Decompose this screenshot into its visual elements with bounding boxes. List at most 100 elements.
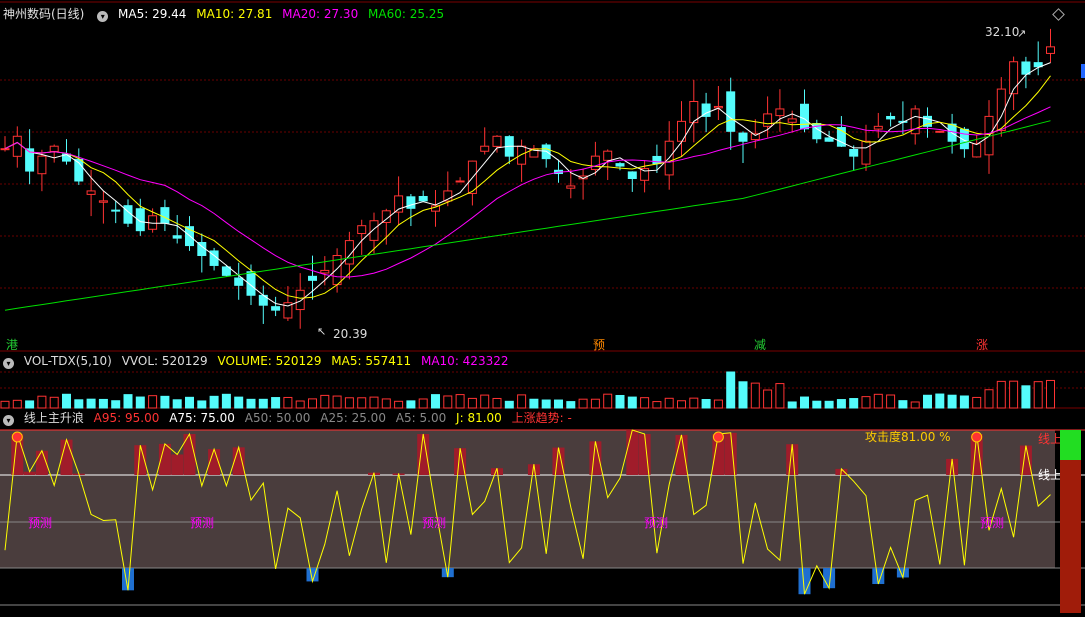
candle-body xyxy=(836,127,846,147)
overbought-fill xyxy=(134,445,147,475)
volume-bar xyxy=(431,394,440,409)
candle-body xyxy=(332,255,342,286)
indicator-title: 线上主升浪 xyxy=(23,411,84,425)
candle-body xyxy=(185,226,194,247)
candle-body xyxy=(455,180,465,183)
oversold-fill xyxy=(823,568,836,589)
overbought-fill xyxy=(552,447,565,475)
candle-body xyxy=(369,220,379,241)
oversold-fill xyxy=(122,568,134,591)
volume-bars xyxy=(0,371,1055,409)
volume-bar xyxy=(258,398,268,409)
candle-body xyxy=(357,225,367,235)
price-low-arrow: ↖ xyxy=(317,325,327,338)
settings-circle-icon[interactable]: ▾ xyxy=(3,415,14,426)
volume-bar xyxy=(480,394,490,409)
overbought-fill xyxy=(970,434,983,475)
candle-body xyxy=(713,105,723,109)
price-low-label: 20.39 xyxy=(333,327,368,341)
trend-value: 上涨趋势: - xyxy=(511,411,572,425)
signal-yu: 预 xyxy=(593,338,606,352)
volume-bar xyxy=(1033,381,1043,409)
volume-bar xyxy=(677,400,686,409)
main-chart-header: 神州数码(日线) ▾ MA5: 29.44 MA10: 27.81 MA20: … xyxy=(0,6,1085,22)
candle-body xyxy=(504,136,514,157)
j-value: J: 81.00 xyxy=(456,411,502,425)
volume-value: VOLUME: 520129 xyxy=(217,354,322,368)
ma20-line xyxy=(4,106,1051,278)
volume-bar xyxy=(357,397,367,409)
a75-value: A75: 75.00 xyxy=(169,411,235,425)
candle-body xyxy=(283,302,293,319)
candle-body xyxy=(74,158,84,182)
indicator-band xyxy=(0,430,1055,568)
volume-bar xyxy=(111,400,121,409)
overbought-fill xyxy=(183,434,196,475)
ma60-line xyxy=(4,120,1051,311)
volume-bar xyxy=(12,399,22,409)
gauge-red xyxy=(1060,460,1081,613)
volume-bar xyxy=(713,399,723,409)
j-line xyxy=(4,429,1051,595)
settings-circle-icon[interactable]: ▾ xyxy=(97,11,109,22)
volume-bar xyxy=(800,396,809,409)
overbought-fill xyxy=(527,464,540,475)
volume-bar xyxy=(984,389,994,409)
volume-bar xyxy=(332,395,342,409)
predict-label-4: 预测 xyxy=(644,516,669,530)
signal-zhang: 涨 xyxy=(976,338,989,352)
candle-body xyxy=(135,208,145,232)
volume-bar xyxy=(972,396,982,409)
volume-bar xyxy=(836,399,846,409)
candle-body xyxy=(984,115,994,156)
volume-bar xyxy=(959,395,969,409)
volume-bar xyxy=(738,381,748,409)
candle-body xyxy=(172,235,182,239)
settings-circle-icon[interactable]: ▾ xyxy=(3,358,14,369)
candle-body xyxy=(480,145,490,152)
volume-bar xyxy=(86,398,96,409)
candle-body xyxy=(234,277,244,286)
signal-jian: 减 xyxy=(754,338,767,352)
volume-bar xyxy=(123,394,133,409)
volume-bar xyxy=(148,395,158,409)
candle-body xyxy=(86,190,96,195)
candle-body xyxy=(775,108,785,117)
volume-bar xyxy=(62,393,71,409)
price-high-arrow: ↗ xyxy=(1017,27,1027,40)
candle-body xyxy=(394,195,404,213)
candle-body xyxy=(381,210,391,223)
price-high-label: 32.10 xyxy=(985,25,1020,39)
overbought-fill xyxy=(368,472,380,475)
candle-body xyxy=(1046,46,1055,54)
stock-title: 神州数码(日线) xyxy=(3,7,85,21)
a25-value: A25: 25.00 xyxy=(320,411,386,425)
volume-bar xyxy=(603,393,613,409)
ma10-line xyxy=(4,75,1051,299)
candle-body xyxy=(197,242,207,257)
candlestick-series xyxy=(0,28,1055,329)
volume-bar xyxy=(787,401,797,409)
candle-body xyxy=(603,150,613,161)
candle-body xyxy=(652,155,662,165)
volume-bar xyxy=(812,400,822,409)
volume-bar xyxy=(935,393,945,409)
candle-body xyxy=(910,108,920,135)
volume-bar xyxy=(590,398,600,409)
volume-bar xyxy=(824,400,834,409)
overbought-fill xyxy=(232,447,245,475)
gauge-green xyxy=(1060,430,1081,460)
candle-body xyxy=(160,207,170,224)
overbought-fill xyxy=(60,439,73,475)
candle-body xyxy=(1021,61,1031,75)
volume-bar xyxy=(910,401,920,409)
scroll-handle[interactable] xyxy=(1081,64,1085,78)
moving-average-lines xyxy=(4,62,1051,311)
candle-body xyxy=(615,163,625,167)
candle-body xyxy=(763,113,773,127)
volume-bar xyxy=(135,396,145,409)
candle-body xyxy=(492,135,502,147)
stock-chart-canvas[interactable] xyxy=(0,0,1085,617)
volume-bar xyxy=(886,394,896,409)
overbought-fill xyxy=(1019,445,1032,475)
